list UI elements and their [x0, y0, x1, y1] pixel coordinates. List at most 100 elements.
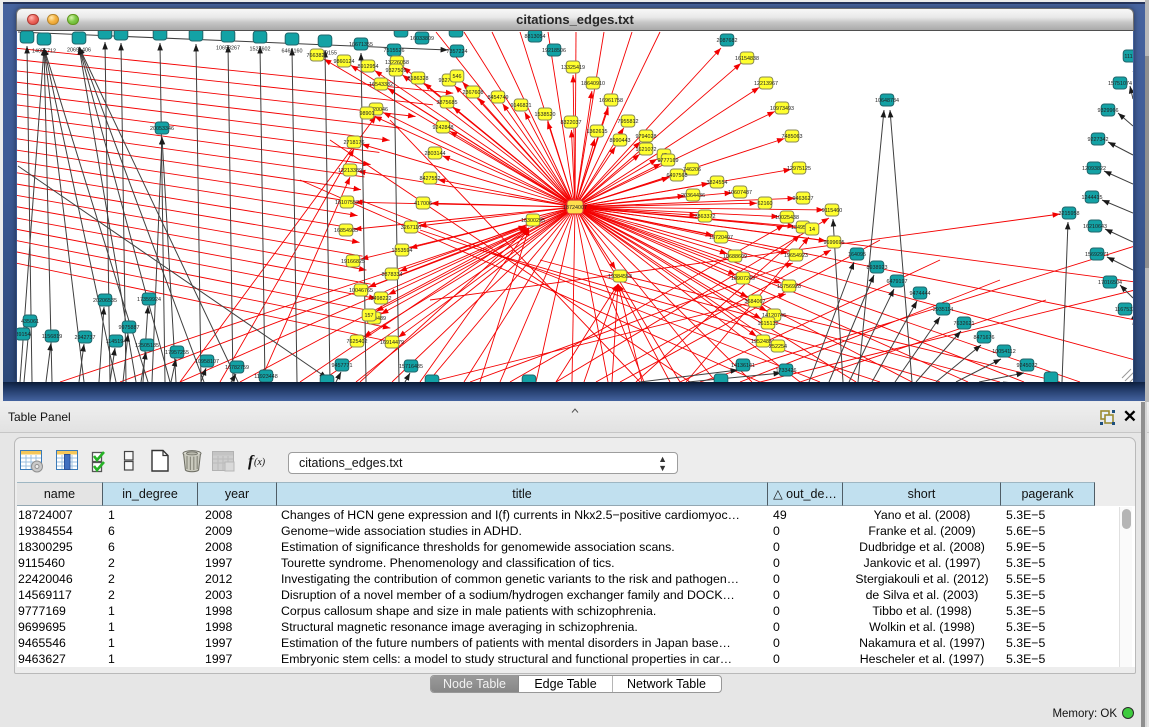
svg-text:1156819: 1156819 [42, 334, 63, 340]
svg-text:8454749: 8454749 [488, 95, 509, 101]
svg-text:12213389: 12213389 [338, 168, 362, 174]
svg-text:16671355: 16671355 [349, 42, 373, 48]
svg-text:12505185: 12505185 [135, 343, 159, 349]
svg-text:13325419: 13325419 [561, 65, 585, 71]
svg-text:9245072: 9245072 [1017, 363, 1038, 369]
svg-text:7863372: 7863372 [695, 214, 716, 220]
svg-text:9860124: 9860124 [334, 59, 355, 65]
svg-text:8878334: 8878334 [382, 272, 403, 278]
svg-text:10054112: 10054112 [992, 349, 1016, 355]
svg-text:16154838: 16154838 [735, 56, 759, 62]
svg-text:9227342: 9227342 [1088, 137, 1109, 143]
svg-text:1167533: 1167533 [1115, 307, 1133, 313]
svg-text:62160: 62160 [758, 201, 773, 207]
svg-text:15751074: 15751074 [1108, 81, 1132, 87]
svg-text:1362615: 1362615 [587, 129, 608, 135]
svg-text:20206535: 20206535 [93, 298, 117, 304]
svg-text:12213967: 12213967 [754, 81, 778, 87]
svg-text:7625402: 7625402 [347, 339, 368, 345]
svg-text:1733426: 1733426 [776, 368, 797, 374]
svg-text:9463627: 9463627 [793, 196, 814, 202]
svg-text:20691406: 20691406 [67, 48, 91, 54]
svg-text:9146821: 9146821 [511, 103, 532, 109]
svg-text:8813054: 8813054 [525, 34, 546, 40]
svg-text:1527602: 1527602 [250, 47, 271, 53]
svg-text:14055712: 14055712 [32, 49, 56, 55]
svg-text:3215958: 3215958 [1059, 211, 1080, 217]
svg-text:157: 157 [365, 313, 374, 319]
svg-text:8471676: 8471676 [974, 335, 995, 341]
svg-text:9457771: 9457771 [332, 363, 353, 369]
svg-text:1621072: 1621072 [636, 147, 657, 153]
svg-text:3875685: 3875685 [437, 100, 458, 106]
svg-text:18640910: 18640910 [581, 81, 605, 87]
svg-text:8912954: 8912954 [358, 64, 379, 70]
svg-text:9327509: 9327509 [386, 68, 407, 74]
svg-text:3824554: 3824554 [707, 180, 728, 186]
svg-text:16033809: 16033809 [410, 36, 434, 42]
svg-text:9115460: 9115460 [822, 208, 843, 214]
svg-text:19166825: 19166825 [341, 259, 365, 265]
svg-text:20364436: 20364436 [681, 193, 705, 199]
svg-text:1538520: 1538520 [535, 112, 556, 118]
svg-text:2718176: 2718176 [344, 140, 365, 146]
svg-text:7515526: 7515526 [384, 48, 405, 54]
svg-text:12093822: 12093822 [1082, 166, 1106, 172]
svg-text:2942737: 2942737 [75, 335, 96, 341]
svg-text:16782759: 16782759 [225, 365, 249, 371]
svg-text:1615132: 1615132 [758, 321, 779, 327]
svg-text:9794028: 9794028 [636, 134, 657, 140]
svg-text:6497568: 6497568 [667, 173, 688, 179]
svg-text:9242848: 9242848 [433, 125, 454, 131]
svg-text:(x): (x) [254, 457, 266, 468]
svg-text:39154: 39154 [17, 332, 31, 338]
svg-text:7357224: 7357224 [447, 49, 468, 55]
svg-text:10958107: 10958107 [195, 359, 219, 365]
svg-text:16107552: 16107552 [335, 200, 359, 206]
svg-text:12975125: 12975125 [787, 166, 811, 172]
svg-text:15716485: 15716485 [399, 364, 423, 370]
svg-text:6479197: 6479197 [887, 279, 908, 285]
svg-text:19654923: 19654923 [784, 253, 808, 259]
svg-text:252254: 252254 [769, 344, 787, 350]
svg-text:16543382: 16543382 [369, 82, 393, 88]
svg-text:10025438: 10025438 [775, 215, 799, 221]
svg-text:435061: 435061 [21, 319, 39, 325]
svg-text:6466160: 6466160 [282, 49, 303, 55]
svg-text:18300295: 18300295 [521, 218, 545, 224]
svg-text:10653267: 10653267 [216, 46, 240, 52]
svg-text:98901: 98901 [360, 111, 375, 117]
svg-text:1117: 1117 [1124, 54, 1133, 60]
svg-text:1145194: 1145194 [106, 339, 127, 345]
svg-text:2367608: 2367608 [463, 90, 484, 96]
svg-text:3684067: 3684067 [745, 299, 766, 305]
svg-text:1244415: 1244415 [1082, 195, 1103, 201]
svg-text:8322037: 8322037 [561, 120, 582, 126]
svg-text:15720407: 15720407 [709, 235, 733, 241]
svg-text:15756928: 15756928 [777, 284, 801, 290]
svg-text:9777169: 9777169 [658, 158, 679, 164]
svg-text:7485063: 7485063 [782, 134, 803, 140]
svg-text:17359924: 17359924 [137, 297, 161, 303]
svg-text:164095: 164095 [848, 252, 866, 258]
svg-text:9474444: 9474444 [910, 291, 931, 297]
svg-text:16210643: 16210643 [1083, 224, 1107, 230]
svg-text:2803144: 2803144 [425, 151, 446, 157]
svg-text:19384554: 19384554 [608, 274, 632, 280]
svg-text:7632621: 7632621 [954, 321, 975, 327]
svg-text:17957255: 17957255 [165, 350, 189, 356]
svg-text:10688609: 10688609 [723, 254, 747, 260]
svg-text:417006: 417006 [414, 201, 432, 207]
svg-text:9329966: 9329966 [1098, 108, 1119, 114]
svg-text:18724007: 18724007 [563, 205, 587, 211]
svg-text:8186328: 8186328 [408, 76, 429, 82]
svg-text:2935114: 2935114 [933, 307, 954, 313]
svg-text:15692971: 15692971 [1085, 252, 1109, 258]
svg-text:3498222: 3498222 [371, 296, 392, 302]
svg-text:19218506: 19218506 [542, 48, 566, 54]
svg-text:1353594: 1353594 [392, 248, 413, 254]
svg-text:8427552: 8427552 [420, 176, 441, 182]
svg-text:10046765: 10046765 [349, 288, 373, 294]
svg-text:14136141: 14136141 [731, 363, 755, 369]
svg-text:10648784: 10648784 [875, 98, 899, 104]
